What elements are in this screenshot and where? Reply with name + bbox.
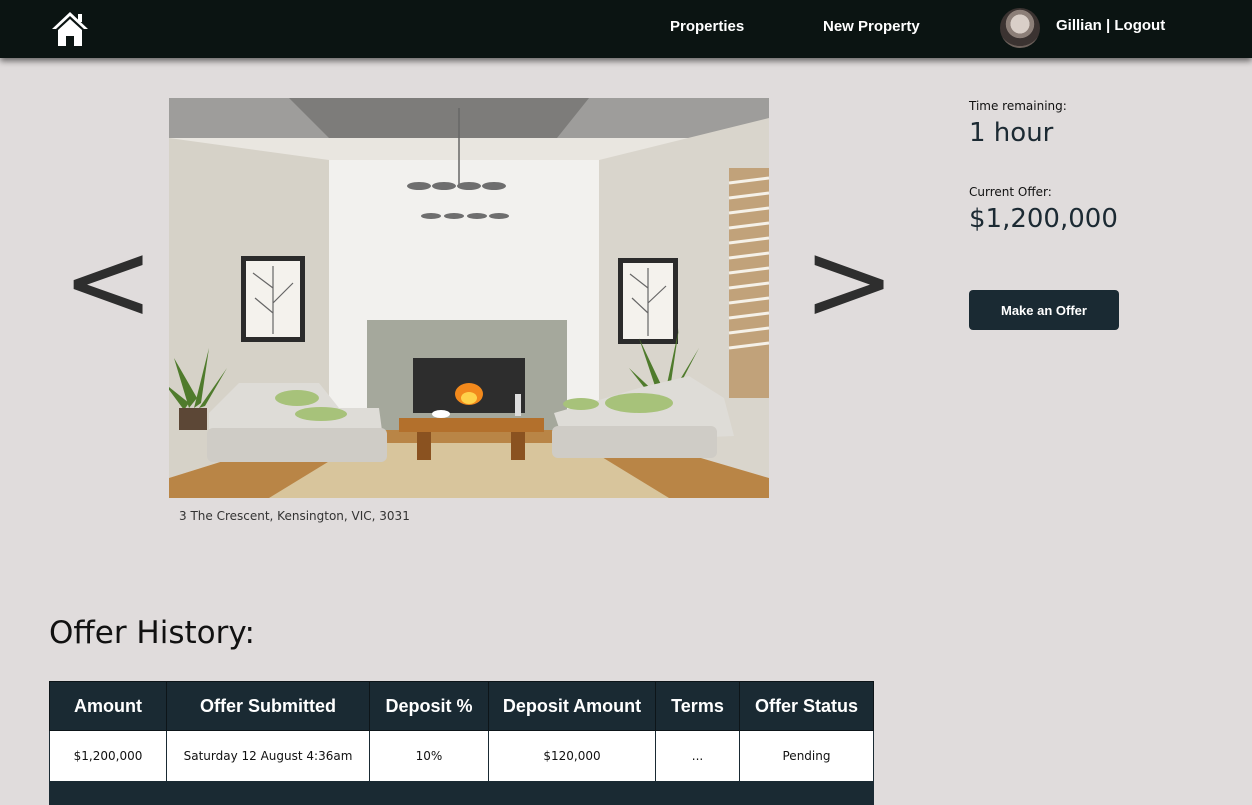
cell-empty (655, 781, 740, 805)
column-header-deposit-percent: Deposit % (369, 681, 489, 731)
offer-history-title: Offer History: (49, 615, 255, 651)
column-header-offer-submitted: Offer Submitted (166, 681, 370, 731)
avatar[interactable] (1000, 8, 1040, 48)
user-menu: Gillian | Logout (1056, 17, 1165, 34)
offer-history-table: Amount Offer Submitted Deposit % Deposit… (49, 681, 874, 805)
logout-link[interactable]: Logout (1114, 17, 1165, 34)
time-remaining-label: Time remaining: (969, 99, 1067, 113)
make-offer-button[interactable]: Make an Offer (969, 290, 1119, 330)
current-offer-value: $1,200,000 (969, 204, 1118, 234)
cell-empty (739, 781, 874, 805)
current-offer-label: Current Offer: (969, 185, 1052, 199)
column-header-amount: Amount (49, 681, 167, 731)
column-header-terms: Terms (655, 681, 740, 731)
table-row (49, 781, 874, 805)
prev-image-arrow[interactable]: < (62, 226, 154, 336)
time-remaining-value: 1 hour (969, 118, 1054, 148)
top-navbar: Properties New Property Gillian | Logout (0, 0, 1252, 58)
user-name[interactable]: Gillian (1056, 17, 1102, 34)
cell-deposit-percent: 10% (369, 730, 489, 782)
cell-offer-status: Pending (739, 730, 874, 782)
cell-empty (166, 781, 370, 805)
cell-amount: $1,200,000 (49, 730, 167, 782)
cell-empty (488, 781, 656, 805)
nav-link-properties[interactable]: Properties (670, 18, 744, 35)
cell-offer-submitted: Saturday 12 August 4:36am (166, 730, 370, 782)
separator: | (1106, 17, 1111, 34)
cell-deposit-amount: $120,000 (488, 730, 656, 782)
table-header-row: Amount Offer Submitted Deposit % Deposit… (49, 681, 874, 731)
cell-empty (49, 781, 167, 805)
table-row[interactable]: $1,200,000 Saturday 12 August 4:36am 10%… (49, 730, 874, 782)
column-header-offer-status: Offer Status (739, 681, 874, 731)
next-image-arrow[interactable]: > (803, 226, 895, 336)
nav-link-new-property[interactable]: New Property (823, 18, 920, 35)
cell-empty (369, 781, 489, 805)
column-header-deposit-amount: Deposit Amount (488, 681, 656, 731)
property-photo (169, 98, 769, 498)
property-address: 3 The Crescent, Kensington, VIC, 3031 (179, 509, 410, 523)
cell-terms[interactable]: ... (655, 730, 740, 782)
home-icon[interactable] (50, 10, 90, 48)
